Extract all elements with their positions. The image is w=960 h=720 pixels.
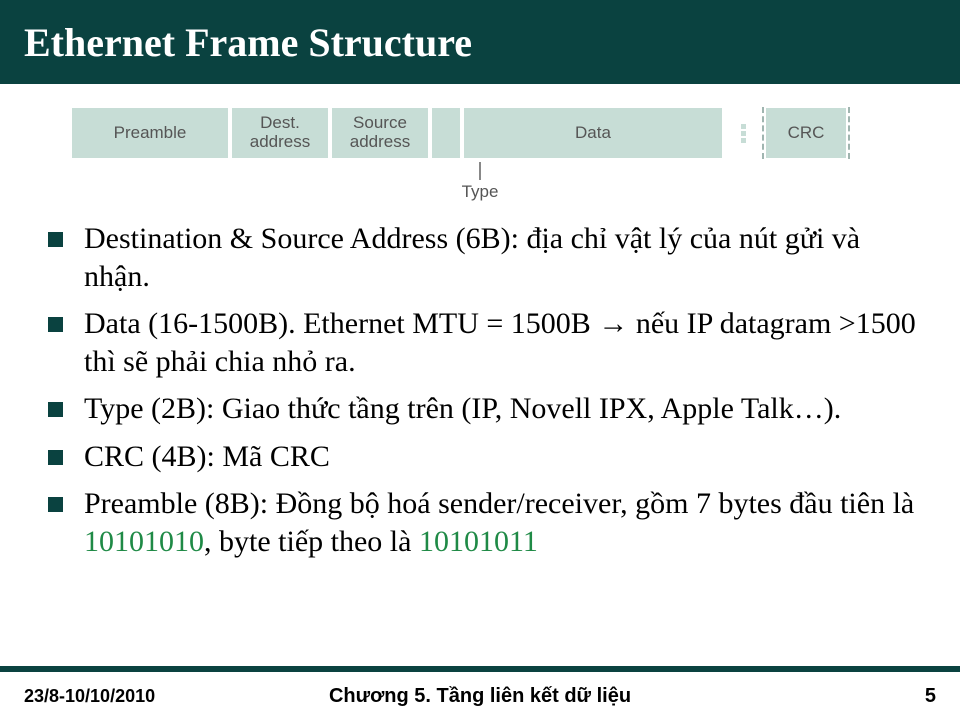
crc-wrap: CRC	[762, 106, 850, 160]
bullet-item: Type (2B): Giao thức tầng trên (IP, Nove…	[40, 390, 924, 428]
callout-tick	[479, 162, 481, 180]
bullet-item: Destination & Source Address (6B): địa c…	[40, 220, 924, 295]
arrow-icon: →	[598, 307, 628, 340]
bullet-text: Preamble (8B): Đồng bộ hoá sender/receiv…	[84, 487, 914, 520]
field-preamble: Preamble	[70, 106, 230, 160]
ellipsis-icon	[728, 106, 758, 160]
binary-value: 10101011	[419, 525, 538, 558]
dashed-divider	[848, 107, 850, 159]
slide-title: Ethernet Frame Structure	[24, 19, 472, 66]
type-label: Type	[450, 182, 510, 202]
field-type	[430, 106, 462, 160]
field-data: Data	[462, 106, 724, 160]
footer-page: 5	[925, 685, 936, 708]
bullet-item: Preamble (8B): Đồng bộ hoá sender/receiv…	[40, 485, 924, 560]
frame-diagram: Preamble Dest. address Source address Da…	[70, 106, 890, 160]
content-area: Destination & Source Address (6B): địa c…	[0, 160, 960, 560]
bullet-item: CRC (4B): Mã CRC	[40, 438, 924, 476]
footer-date: 23/8-10/10/2010	[24, 686, 155, 707]
bullet-item: Data (16-1500B). Ethernet MTU = 1500B → …	[40, 305, 924, 380]
title-bar: Ethernet Frame Structure	[0, 0, 960, 84]
bullet-list: Destination & Source Address (6B): địa c…	[40, 220, 924, 560]
field-dest-address: Dest. address	[230, 106, 330, 160]
bullet-text: , byte tiếp theo là	[204, 525, 419, 558]
field-crc: CRC	[764, 106, 848, 160]
footer: 23/8-10/10/2010 Chương 5. Tầng liên kết …	[0, 672, 960, 720]
binary-value: 10101010	[84, 525, 204, 558]
slide: Ethernet Frame Structure Preamble Dest. …	[0, 0, 960, 720]
type-callout: Type	[450, 162, 510, 202]
field-source-address: Source address	[330, 106, 430, 160]
bullet-text: Data (16-1500B). Ethernet MTU = 1500B	[84, 307, 598, 340]
